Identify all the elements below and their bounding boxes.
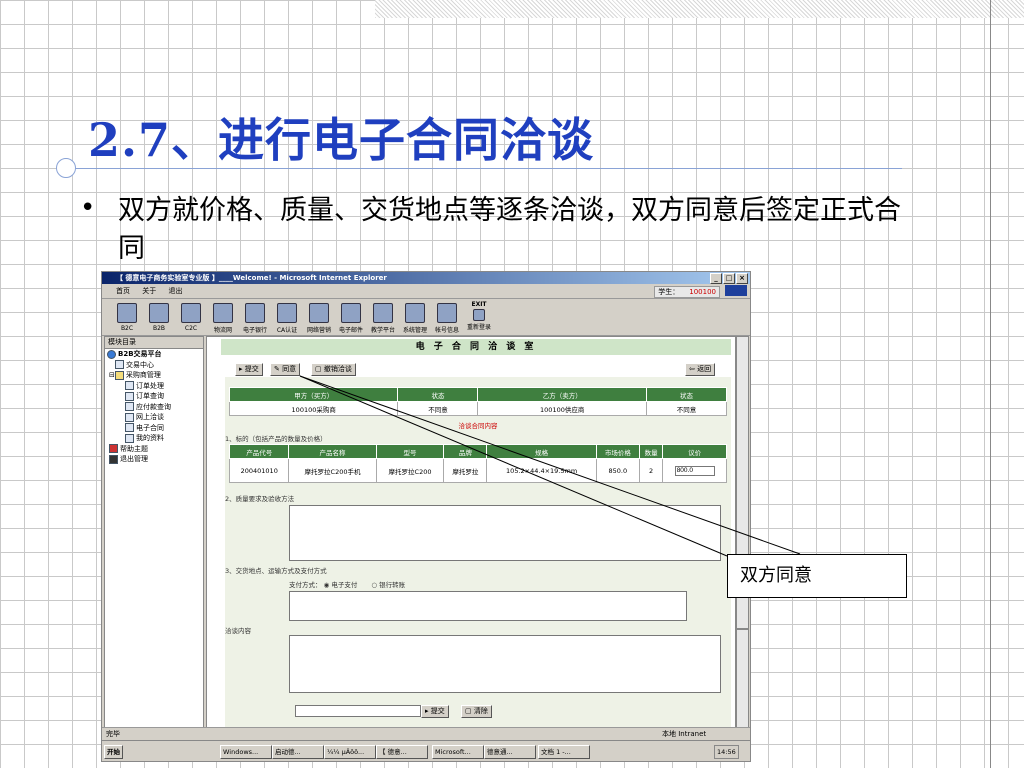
callout-line-top — [299, 375, 728, 557]
callout-pointer-lines — [299, 375, 801, 557]
callout-box: 双方同意 — [727, 554, 907, 598]
callout-line-bottom — [299, 375, 801, 555]
